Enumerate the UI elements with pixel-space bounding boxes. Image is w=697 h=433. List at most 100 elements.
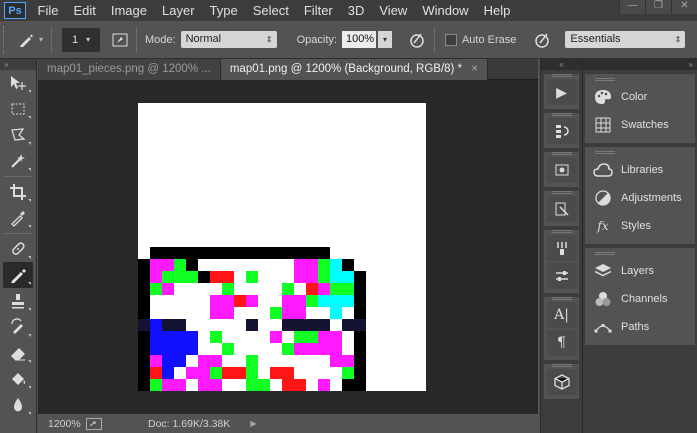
opacity-input[interactable]: 100% [341,31,376,48]
minimize-button[interactable]: — [619,0,645,14]
menu-type[interactable]: Type [202,0,245,21]
toolbar-collapse-handle[interactable]: » [0,59,36,70]
blur-tool-icon[interactable] [3,392,33,418]
zoom-level-field[interactable]: 1200% [38,418,82,430]
status-menu-arrow-icon[interactable]: ▶ [250,419,256,428]
panel-item-styles[interactable]: fx Styles [585,212,695,240]
panel-item-layers[interactable]: Layers [585,257,695,285]
pixel-red [282,367,294,379]
canvas[interactable] [138,103,426,391]
3d-panel-icon[interactable] [546,369,577,395]
menu-window[interactable]: Window [415,0,476,21]
restore-button[interactable]: ❐ [645,0,671,14]
play-action-icon[interactable]: ▶ [546,79,577,105]
pixel-red [234,367,246,379]
close-tab-icon[interactable]: × [471,63,478,75]
history-panel-icon[interactable] [546,118,577,144]
panel-item-paths[interactable]: Paths [585,313,695,341]
paragraph-panel-icon[interactable]: ¶ [546,330,577,356]
clone-stamp-tool-icon[interactable] [3,288,33,314]
pixel-green [246,367,258,379]
tab-map01[interactable]: map01.png @ 1200% (Background, RGB/8) * … [220,59,488,80]
pixel-black [138,283,150,295]
pixel-green [246,355,258,367]
pixel-black [222,247,234,259]
eraser-tool-icon[interactable] [3,340,33,366]
dock-group: A| ¶ [544,297,579,360]
panel-grip[interactable] [551,191,572,194]
workspace-value: Essentials [570,33,621,45]
options-bar-grip[interactable] [3,25,13,54]
crop-tool-icon[interactable] [3,179,33,205]
panel-item-adjustments[interactable]: Adjustments [585,184,695,212]
mode-select[interactable]: Normal ⇕ [180,31,277,48]
dock-group [544,191,579,226]
panel-grip[interactable] [595,151,615,154]
close-window-button[interactable]: ✕ [671,0,697,14]
tab-map01-pieces[interactable]: map01_pieces.png @ 1200% ... [38,59,221,80]
panel-grip[interactable] [551,152,572,155]
history-brush-tool-icon[interactable] [3,314,33,340]
menu-image[interactable]: Image [103,0,154,21]
pixel-green [222,283,234,295]
menu-layer[interactable]: Layer [155,0,203,21]
healing-brush-tool-icon[interactable] [3,236,33,262]
pressure-opacity-icon[interactable] [404,31,430,49]
brush-presets-icon[interactable] [546,235,577,261]
menu-view[interactable]: View [372,0,415,21]
dock-collapse-handle[interactable]: « [541,59,582,70]
pixel-blue [186,343,198,355]
panel-item-swatches[interactable]: Swatches [585,111,695,139]
panel-item-color[interactable]: Color [585,83,695,111]
document-area: map01_pieces.png @ 1200% ... map01.png @… [38,59,538,433]
panel-dock-collapse-handle[interactable]: » [583,59,697,70]
pixel-magenta [210,307,222,319]
panel-grip[interactable] [551,74,572,77]
properties-panel-icon[interactable] [546,196,577,222]
pixel-magenta [198,379,210,391]
pressure-size-icon[interactable] [529,31,555,49]
brush-settings-icon[interactable] [546,263,577,289]
tool-preset-arrow-icon[interactable]: ▾ [39,35,43,44]
panel-grip[interactable] [551,364,572,367]
pencil-tool-icon[interactable] [3,262,33,288]
canvas-viewport[interactable] [38,80,538,413]
paint-bucket-tool-icon[interactable] [3,366,33,392]
menu-help[interactable]: Help [476,0,518,21]
workspace-select[interactable]: Essentials ⇕ [565,31,686,48]
panel-grip[interactable] [595,252,615,255]
magic-wand-tool-icon[interactable] [3,148,33,174]
eyedropper-tool-icon[interactable] [3,205,33,231]
menu-select[interactable]: Select [245,0,296,21]
dock-group [544,113,579,148]
brush-size-value: 1 [72,33,79,46]
menu-file[interactable]: File [30,0,66,21]
brush-size-picker[interactable]: 1 ▾ [62,27,101,52]
pixel-green [306,295,318,307]
pixel-magenta [222,295,234,307]
pixel-magenta [150,271,162,283]
pixel-magenta [318,343,330,355]
character-panel-icon[interactable]: A| [546,302,577,328]
export-icon[interactable] [86,417,102,430]
info-panel-icon[interactable] [546,157,577,183]
auto-erase-checkbox[interactable] [444,33,457,46]
panel-grip[interactable] [595,78,615,81]
pixel-black [138,271,150,283]
panel-grip[interactable] [551,297,572,300]
panel-grip[interactable] [551,230,572,233]
menu-filter[interactable]: Filter [296,0,340,21]
panel-item-channels[interactable]: Channels [585,285,695,313]
pixel-black [186,259,198,271]
panel-item-libraries[interactable]: Libraries [585,156,695,184]
marquee-tool-icon[interactable] [3,96,33,122]
pencil-tool-preset-icon[interactable] [13,32,39,48]
brush-panel-toggle-icon[interactable] [108,32,132,48]
menu-edit[interactable]: Edit [66,0,103,21]
panel-grip[interactable] [551,113,572,116]
move-tool-icon[interactable] [3,70,33,96]
lasso-tool-icon[interactable] [3,122,33,148]
opacity-slider-button[interactable]: ▾ [377,31,392,48]
pixel-navy [318,319,330,331]
menu-3d[interactable]: 3D [340,0,372,21]
